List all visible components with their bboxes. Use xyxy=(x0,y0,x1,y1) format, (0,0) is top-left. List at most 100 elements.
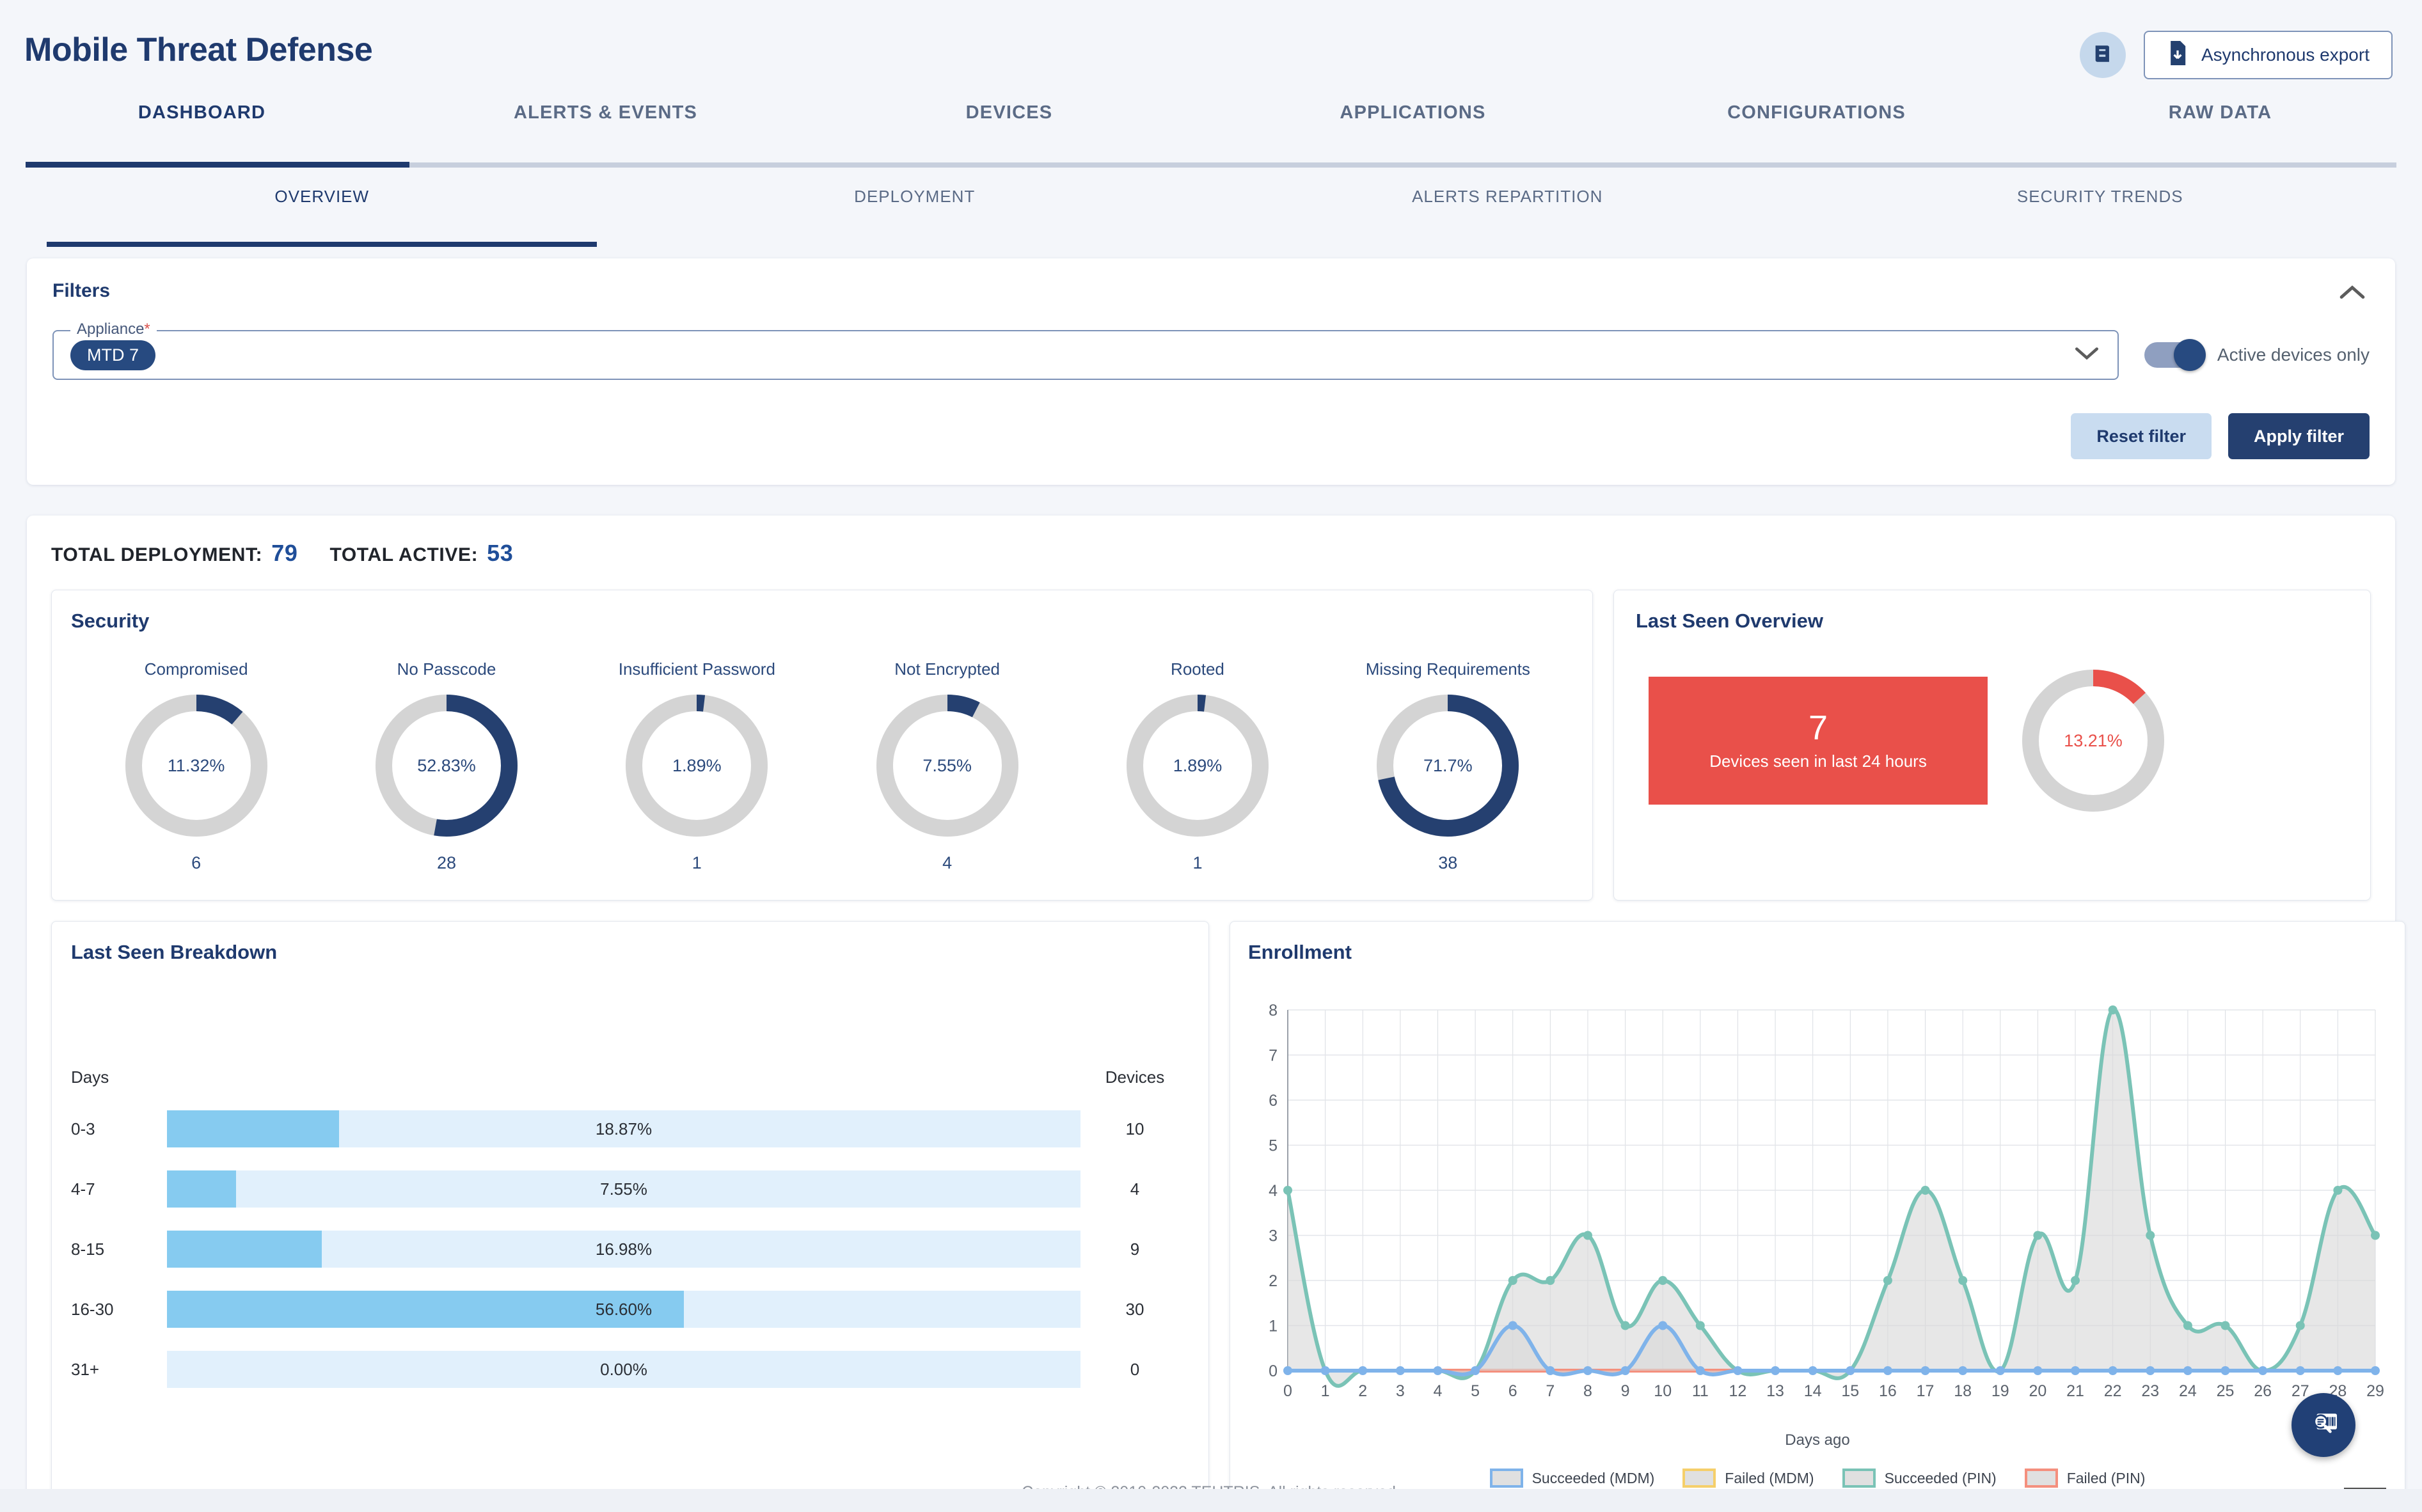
appliance-select[interactable]: Appliance* MTD 7 xyxy=(52,320,2119,380)
devices-seen-value: 7 xyxy=(1808,708,1828,747)
last-seen-breakdown-panel: Last Seen Breakdown Days Devices 0-3 18.8… xyxy=(51,921,1209,1508)
security-metric-percent: 1.89% xyxy=(672,755,722,775)
breakdown-row: 16-30 56.60% 30 xyxy=(71,1291,1189,1328)
breakdown-row-days: 4-7 xyxy=(71,1179,95,1199)
asynchronous-export-label: Asynchronous export xyxy=(2201,45,2370,65)
top-panels-row: Security Compromised 11.32% 6 No Passcode 52… xyxy=(51,590,2371,901)
page-title: Mobile Threat Defense xyxy=(24,31,373,68)
tab-configurations[interactable]: CONFIGURATIONS xyxy=(1615,102,2018,151)
breakdown-row: 8-15 16.98% 9 xyxy=(71,1231,1189,1268)
security-metric-count: 28 xyxy=(436,853,457,872)
tab-dashboard[interactable]: DASHBOARD xyxy=(0,102,404,151)
tab-applications[interactable]: APPLICATIONS xyxy=(1211,102,1615,151)
breakdown-row-percent: 16.98% xyxy=(595,1239,653,1259)
svg-text:5: 5 xyxy=(1269,1137,1278,1155)
filters-card: Filters Appliance* MTD 7 Active devices … xyxy=(27,258,2395,485)
security-metric-percent: 71.7% xyxy=(1423,755,1473,775)
security-metric-label: No Passcode xyxy=(397,659,496,679)
enrollment-chart-svg: 0123456780 1 2 3 4 5 6 7 8 9 10 11 12 13 14 15 16 17 18 19 2… xyxy=(1269,1002,2384,1400)
last-seen-overview-title: Last Seen Overview xyxy=(1636,610,1823,632)
totals-bar: TOTAL DEPLOYMENT: 79 TOTAL ACTIVE: 53 xyxy=(51,540,2371,567)
security-metric-count: 1 xyxy=(1192,853,1203,872)
security-metric: Rooted 1.89% 1 xyxy=(1072,659,1322,873)
asynchronous-export-button[interactable]: Asynchronous export xyxy=(2143,31,2393,79)
security-metric-label: Insufficient Password xyxy=(618,659,775,679)
svg-text:18: 18 xyxy=(1954,1382,1972,1400)
breakdown-row-bar: 18.87% xyxy=(167,1110,1080,1147)
last-seen-overview-panel: Last Seen Overview 7 Devices seen in las… xyxy=(1613,590,2371,901)
breakdown-row-percent: 56.60% xyxy=(595,1299,653,1319)
appliance-chip[interactable]: MTD 7 xyxy=(70,340,155,370)
security-donut: 11.32% xyxy=(125,695,267,837)
security-metric-percent: 1.89% xyxy=(1173,755,1223,775)
subtab-overview[interactable]: OVERVIEW xyxy=(26,183,619,242)
svg-text:3: 3 xyxy=(1396,1382,1405,1400)
svg-text:0: 0 xyxy=(1283,1382,1292,1400)
security-metric: No Passcode 52.83% 28 xyxy=(321,659,571,873)
svg-text:4: 4 xyxy=(1434,1382,1443,1400)
svg-text:22: 22 xyxy=(2104,1382,2122,1400)
dashboard-content-card: TOTAL DEPLOYMENT: 79 TOTAL ACTIVE: 53 Se… xyxy=(27,516,2405,1512)
book-icon-button[interactable] xyxy=(2079,32,2126,78)
raw-data-fab-button[interactable] xyxy=(2291,1393,2355,1457)
breakdown-rows: 0-3 18.87% 10 4-7 7.55% 4 8-15 16.98% 9 16-30 56.6… xyxy=(71,1110,1189,1388)
breakdown-row-fill xyxy=(167,1170,236,1208)
svg-text:23: 23 xyxy=(2141,1382,2159,1400)
svg-text:17: 17 xyxy=(1917,1382,1935,1400)
subtab-deployment[interactable]: DEPLOYMENT xyxy=(619,183,1212,242)
svg-text:12: 12 xyxy=(1729,1382,1747,1400)
breakdown-row-percent: 18.87% xyxy=(595,1119,653,1138)
subtab-security-trends[interactable]: SECURITY TRENDS xyxy=(1804,183,2397,242)
breakdown-row-percent: 0.00% xyxy=(600,1359,647,1379)
breakdown-row-bar: 0.00% xyxy=(167,1351,1080,1388)
svg-text:25: 25 xyxy=(2217,1382,2235,1400)
security-metric: Not Encrypted 7.55% 4 xyxy=(822,659,1072,873)
svg-text:21: 21 xyxy=(2066,1382,2084,1400)
breakdown-row-fill xyxy=(167,1231,322,1268)
security-panel-title: Security xyxy=(71,610,150,632)
security-metric-percent: 52.83% xyxy=(417,755,476,775)
sub-tab-bar: OVERVIEW DEPLOYMENT ALERTS REPARTITION S… xyxy=(0,183,2422,242)
security-panel: Security Compromised 11.32% 6 No Passcode 52… xyxy=(51,590,1593,901)
required-marker: * xyxy=(144,320,150,338)
subtab-alerts-repartition[interactable]: ALERTS REPARTITION xyxy=(1211,183,1804,242)
breakdown-row-devices: 4 xyxy=(1130,1179,1140,1199)
breakdown-row-days: 0-3 xyxy=(71,1119,95,1138)
total-deployment-label: TOTAL DEPLOYMENT: xyxy=(51,544,263,565)
last-seen-overview-body: 7 Devices seen in last 24 hours 13.21% xyxy=(1636,670,2351,812)
svg-text:13: 13 xyxy=(1766,1382,1784,1400)
apply-filter-button[interactable]: Apply filter xyxy=(2228,413,2370,459)
chevron-up-icon[interactable] xyxy=(2338,283,2367,305)
tab-devices[interactable]: DEVICES xyxy=(807,102,1211,151)
security-donut: 7.55% xyxy=(876,695,1018,837)
tab-alerts-events[interactable]: ALERTS & EVENTS xyxy=(404,102,807,151)
breakdown-row-days: 16-30 xyxy=(71,1299,114,1319)
enrollment-panel: Enrollment 0 1 2 3 4 5 6 7 8 0 1 2 3 4 5 6 7 8 9 10 11 12 13 14… xyxy=(1230,921,2405,1508)
svg-text:20: 20 xyxy=(2029,1382,2047,1400)
chevron-down-icon[interactable] xyxy=(2073,345,2101,366)
security-metric: Compromised 11.32% 6 xyxy=(71,659,321,873)
filter-actions: Reset filter Apply filter xyxy=(52,413,2370,459)
book-icon xyxy=(2092,43,2114,68)
svg-text:8: 8 xyxy=(1269,1002,1278,1020)
active-devices-toggle[interactable] xyxy=(2144,339,2206,371)
svg-text:15: 15 xyxy=(1841,1382,1859,1400)
breakdown-devices-header: Devices xyxy=(1105,1067,1165,1087)
svg-text:16: 16 xyxy=(1879,1382,1897,1400)
security-metric-label: Not Encrypted xyxy=(894,659,1001,679)
total-active-label: TOTAL ACTIVE: xyxy=(329,544,479,565)
app-header: Mobile Threat Defense Asynchronous expor… xyxy=(0,0,2422,102)
security-donut: 1.89% xyxy=(1126,695,1269,837)
breakdown-days-header: Days xyxy=(71,1067,109,1087)
security-metric: Missing Requirements 71.7% 38 xyxy=(1323,659,1573,873)
svg-text:1: 1 xyxy=(1269,1318,1278,1335)
svg-text:14: 14 xyxy=(1804,1382,1822,1400)
enrollment-x-axis-label: Days ago xyxy=(1785,1431,1850,1449)
reset-filter-button[interactable]: Reset filter xyxy=(2071,413,2212,459)
total-active-value: 53 xyxy=(487,540,514,566)
tab-raw-data[interactable]: RAW DATA xyxy=(2018,102,2422,151)
svg-text:4: 4 xyxy=(1269,1182,1278,1200)
svg-text:3: 3 xyxy=(1269,1227,1278,1245)
breakdown-row-fill xyxy=(167,1110,340,1147)
svg-text:11: 11 xyxy=(1692,1382,1709,1400)
